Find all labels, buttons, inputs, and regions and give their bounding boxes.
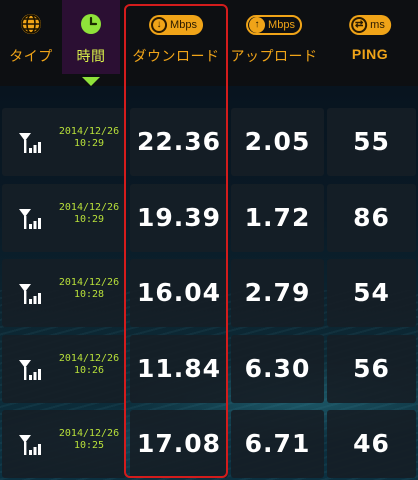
ping-value: 54	[353, 278, 390, 307]
upload-cell: 2.05	[231, 108, 324, 176]
ping-value: 46	[353, 429, 390, 458]
result-row[interactable]: 2014/12/26 10:26 11.84 6.30 56	[2, 335, 416, 403]
download-unit: Mbps	[170, 18, 197, 31]
upload-value: 2.05	[244, 127, 311, 156]
signal-strength-icon	[18, 283, 44, 309]
ping-cell: 56	[327, 335, 416, 403]
timestamp: 2014/12/26 10:25	[52, 428, 126, 452]
upload-unit: Mbps	[268, 18, 295, 31]
download-cell: 16.04	[130, 259, 228, 327]
signal-strength-icon	[18, 132, 44, 158]
column-header-upload[interactable]: ↑ Mbps アップロード	[228, 0, 320, 74]
download-cell: 22.36	[130, 108, 228, 176]
clock-icon	[79, 12, 103, 40]
download-value: 17.08	[136, 429, 222, 458]
result-time: 10:25	[73, 440, 105, 451]
download-value: 22.36	[136, 127, 222, 156]
result-row[interactable]: 2014/12/26 10:25 17.08 6.71 46	[2, 410, 416, 478]
result-time: 10:26	[73, 365, 105, 376]
column-header-download-label: ダウンロード	[132, 49, 220, 65]
download-value: 11.84	[136, 354, 222, 383]
column-header-time[interactable]: 時間	[62, 0, 120, 74]
signal-strength-icon	[18, 208, 44, 234]
ping-value: 86	[353, 203, 390, 232]
header-bar: タイプ 時間 ↓ Mbps ダウンロード ↑ Mbps アップロード ⇄ ms …	[0, 0, 418, 86]
ping-value: 56	[353, 354, 390, 383]
timestamp: 2014/12/26 10:29	[52, 126, 126, 150]
result-date: 2014/12/26	[58, 126, 120, 137]
column-header-upload-label: アップロード	[230, 49, 318, 65]
download-cell: 19.39	[130, 184, 228, 252]
result-time: 10:29	[73, 214, 105, 225]
download-value: 16.04	[136, 278, 222, 307]
upload-cell: 1.72	[231, 184, 324, 252]
result-time: 10:28	[73, 289, 105, 300]
connection-cell: 2014/12/26 10:25	[2, 410, 126, 478]
column-header-time-label: 時間	[76, 49, 106, 65]
ping-cell: 54	[327, 259, 416, 327]
result-row[interactable]: 2014/12/26 10:29 22.36 2.05 55	[2, 108, 416, 176]
result-date: 2014/12/26	[58, 353, 120, 364]
signal-strength-icon	[18, 434, 44, 460]
timestamp: 2014/12/26 10:26	[52, 353, 126, 377]
result-row[interactable]: 2014/12/26 10:28 16.04 2.79 54	[2, 259, 416, 327]
column-header-type-label: タイプ	[9, 49, 53, 65]
download-arrow-icon: ↓ Mbps	[149, 12, 203, 35]
sort-indicator-icon	[82, 77, 100, 86]
upload-value: 2.79	[244, 278, 311, 307]
ping-arrows-icon: ⇄ ms	[349, 12, 391, 35]
result-row[interactable]: 2014/12/26 10:29 19.39 1.72 86	[2, 184, 416, 252]
ping-cell: 55	[327, 108, 416, 176]
upload-arrow-icon: ↑ Mbps	[246, 12, 302, 35]
ping-unit: ms	[370, 18, 385, 31]
globe-icon	[19, 12, 43, 40]
download-cell: 11.84	[130, 335, 228, 403]
column-header-type[interactable]: タイプ	[0, 0, 62, 74]
timestamp: 2014/12/26 10:29	[52, 202, 126, 226]
download-value: 19.39	[136, 203, 222, 232]
connection-cell: 2014/12/26 10:26	[2, 335, 126, 403]
upload-value: 6.30	[244, 354, 311, 383]
column-header-ping-label: PING	[351, 46, 389, 62]
download-cell: 17.08	[130, 410, 228, 478]
result-date: 2014/12/26	[58, 428, 120, 439]
result-date: 2014/12/26	[58, 277, 120, 288]
signal-strength-icon	[18, 359, 44, 385]
ping-value: 55	[353, 127, 390, 156]
connection-cell: 2014/12/26 10:28	[2, 259, 126, 327]
upload-cell: 6.71	[231, 410, 324, 478]
column-header-ping[interactable]: ⇄ ms PING	[322, 0, 418, 74]
timestamp: 2014/12/26 10:28	[52, 277, 126, 301]
ping-cell: 86	[327, 184, 416, 252]
upload-cell: 2.79	[231, 259, 324, 327]
upload-value: 6.71	[244, 429, 311, 458]
ping-cell: 46	[327, 410, 416, 478]
connection-cell: 2014/12/26 10:29	[2, 108, 126, 176]
upload-value: 1.72	[244, 203, 311, 232]
connection-cell: 2014/12/26 10:29	[2, 184, 126, 252]
result-time: 10:29	[73, 138, 105, 149]
column-header-download[interactable]: ↓ Mbps ダウンロード	[126, 0, 226, 74]
upload-cell: 6.30	[231, 335, 324, 403]
result-date: 2014/12/26	[58, 202, 120, 213]
